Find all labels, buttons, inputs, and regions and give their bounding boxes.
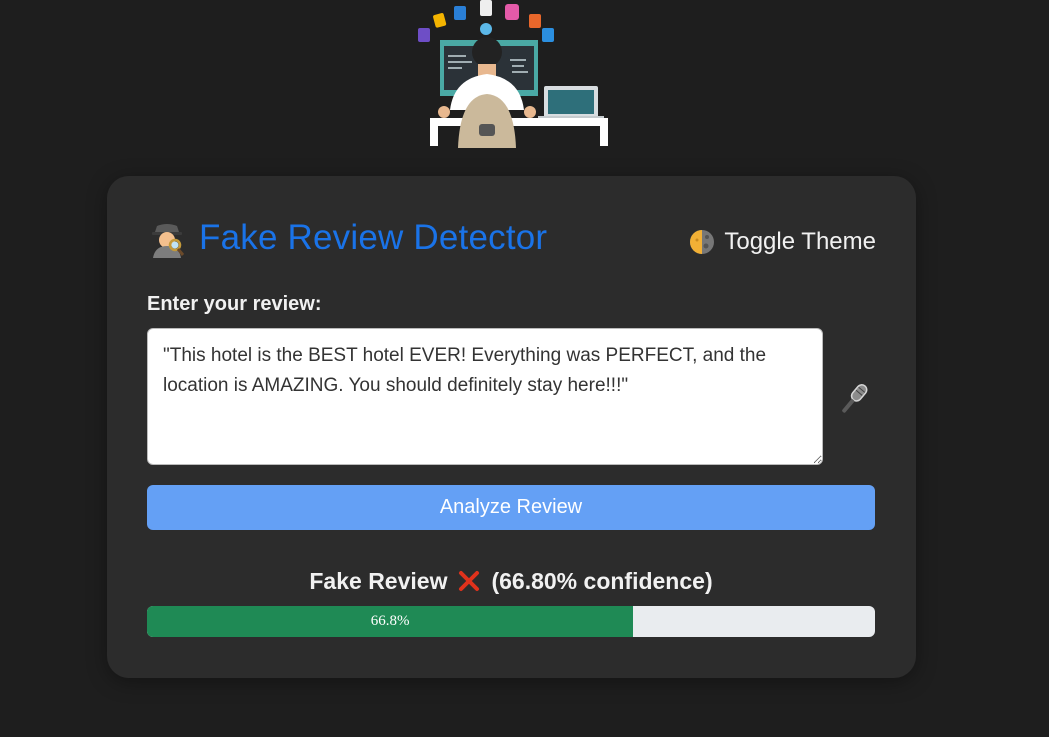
result-confidence: (66.80% confidence) <box>491 567 713 594</box>
detective-icon <box>147 218 187 258</box>
microphone-icon <box>835 384 873 421</box>
moon-icon <box>688 228 716 256</box>
confidence-progress-bar: 66.8% <box>147 606 875 637</box>
review-input-label: Enter your review: <box>147 293 322 315</box>
result-text: Fake Review (66.80% confidence) <box>147 566 875 596</box>
x-icon <box>457 569 481 593</box>
result-verdict: Fake Review <box>309 567 448 594</box>
detector-card: Fake Review Detector Toggle Theme Enter … <box>107 176 916 678</box>
developer-illustration <box>410 0 610 148</box>
title-row: Fake Review Detector Toggle Theme <box>147 218 876 262</box>
microphone-button[interactable] <box>835 380 873 418</box>
review-input[interactable] <box>147 328 823 465</box>
progress-label: 66.8% <box>370 613 410 629</box>
toggle-theme-label: Toggle Theme <box>724 228 876 255</box>
toggle-theme-button[interactable]: Toggle Theme <box>688 228 876 256</box>
page-title: Fake Review Detector <box>147 218 547 258</box>
progress-fill: 66.8% <box>147 606 634 637</box>
title-text: Fake Review Detector <box>199 218 548 257</box>
analyze-review-button[interactable]: Analyze Review <box>147 485 875 530</box>
